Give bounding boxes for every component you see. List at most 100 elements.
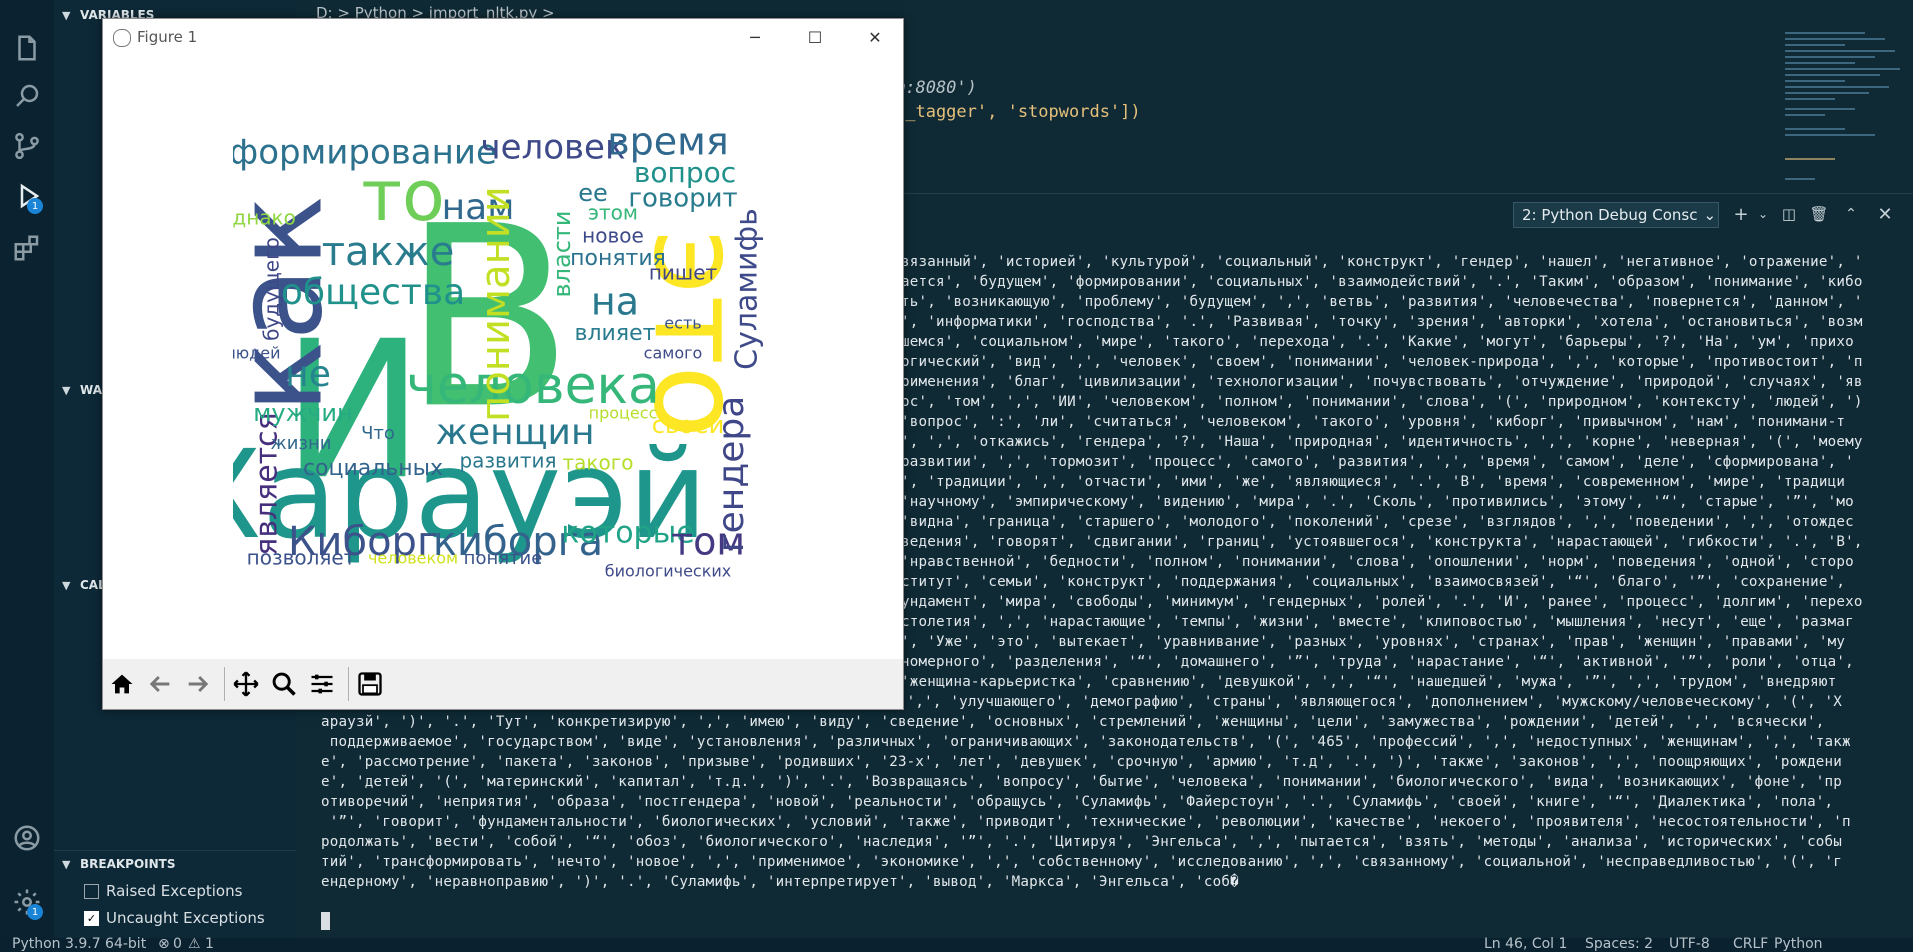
chevron-down-icon: ▼ — [62, 857, 71, 871]
word-cloud-word: власти — [548, 211, 576, 298]
close-panel-icon[interactable]: ✕ — [1874, 203, 1896, 225]
code-line[interactable]: m:8080') — [895, 78, 977, 98]
close-button[interactable]: ✕ — [863, 25, 887, 49]
end-of-line[interactable]: CRLF — [1733, 936, 1768, 952]
word-cloud-word: на — [591, 280, 639, 324]
matplotlib-logo-icon — [113, 29, 131, 47]
code-line[interactable]: n_tagger', 'stopwords']) — [895, 102, 1141, 122]
forward-arrow-icon[interactable] — [181, 667, 215, 701]
word-cloud-word: то — [361, 155, 445, 237]
chevron-down-icon: ▼ — [62, 383, 71, 397]
word-cloud-word: своей — [652, 411, 724, 439]
figure-title: Figure 1 — [137, 28, 198, 46]
trash-icon[interactable]: 🗑 — [1808, 203, 1830, 225]
word-cloud-word: новое — [582, 224, 644, 248]
console-cursor[interactable] — [321, 912, 330, 930]
word-cloud-word: процесс — [589, 404, 658, 423]
console-line: поддерживаемое', 'государством', 'виде',… — [321, 734, 1851, 750]
word-cloud-word: женщин — [436, 412, 595, 453]
word-cloud-word: понятие — [464, 548, 543, 569]
error-count[interactable]: 0 — [173, 936, 182, 952]
settings-badge: 1 — [27, 904, 43, 920]
word-cloud-word: человек — [480, 128, 625, 168]
split-terminal-icon[interactable]: ◫ — [1778, 203, 1800, 225]
word-cloud-word: биологических — [605, 562, 732, 581]
word-cloud-word: такого — [563, 451, 634, 475]
zoom-magnifier-icon[interactable] — [267, 667, 301, 701]
run-debug-icon[interactable]: 1 — [7, 176, 47, 216]
add-terminal-button[interactable]: + — [1730, 203, 1752, 225]
warning-count[interactable]: 1 — [205, 936, 214, 952]
console-line: '”', 'говорит', 'фундаментальности', 'би… — [321, 814, 1851, 830]
word-cloud-word: однако — [233, 206, 296, 230]
word-cloud-image: ВИХарауэйкакэточеловекаформированиечелов… — [233, 114, 793, 614]
maximize-panel-icon[interactable]: ⌃ — [1840, 203, 1862, 225]
terminal-selector[interactable]: 2: Python Debug Consc ⌄ — [1513, 202, 1719, 228]
interpreter-status[interactable]: Python 3.9.7 64-bit — [12, 936, 146, 952]
word-cloud-word: понятия — [570, 246, 666, 271]
chevron-down-icon[interactable]: ⌄ — [1752, 203, 1774, 225]
word-cloud-word: есть — [664, 314, 701, 333]
account-icon[interactable] — [7, 818, 47, 858]
warning-icon: ⚠ — [188, 936, 201, 952]
minimap[interactable] — [1785, 28, 1907, 188]
activity-bar: 1 1 — [0, 0, 54, 938]
cursor-position[interactable]: Ln 46, Col 1 — [1484, 936, 1567, 952]
maximize-button[interactable]: ☐ — [803, 25, 827, 49]
home-icon[interactable] — [105, 667, 139, 701]
word-cloud-word: Что — [361, 423, 395, 444]
word-cloud-word: будущего — [260, 237, 284, 341]
figure-window: Figure 1 ─ ☐ ✕ ВИХарауэйкакэточеловекафо… — [102, 18, 904, 710]
chevron-down-icon: ⌄ — [1703, 206, 1717, 224]
extensions-icon[interactable] — [7, 228, 47, 268]
configure-subplots-icon[interactable] — [305, 667, 339, 701]
word-cloud-word: людей — [233, 344, 281, 363]
chevron-down-icon: ▼ — [62, 578, 71, 592]
word-cloud-word: развития — [459, 449, 556, 473]
word-cloud-word: влияет — [575, 321, 656, 346]
save-floppy-icon[interactable] — [353, 667, 387, 701]
breakpoint-label: Uncaught Exceptions — [106, 909, 265, 927]
encoding[interactable]: UTF-8 — [1669, 936, 1710, 952]
search-icon[interactable] — [7, 76, 47, 116]
console-line: е', 'детей', '(', 'материнский', 'капита… — [321, 774, 1843, 790]
word-cloud-word: понимании — [473, 186, 519, 422]
word-cloud-word: жизни — [271, 433, 332, 454]
debug-badge: 1 — [27, 198, 43, 214]
word-cloud-word: говорит — [628, 184, 737, 214]
breakpoint-uncaught-exceptions[interactable]: ✓ Uncaught Exceptions — [84, 909, 265, 927]
console-line: ендерному', 'неравноправию', ')', '.', '… — [321, 874, 1239, 890]
minimize-button[interactable]: ─ — [743, 25, 767, 49]
error-icon: ⊗ — [158, 936, 170, 952]
chevron-down-icon: ▼ — [62, 8, 71, 22]
back-arrow-icon[interactable] — [143, 667, 177, 701]
language-mode[interactable]: Python — [1774, 936, 1823, 952]
console-line: отиворечий', 'неприятия', 'образа', 'пос… — [321, 794, 1834, 810]
word-cloud-word: позволяет — [247, 546, 356, 570]
word-cloud-word: не — [285, 354, 331, 395]
word-cloud-word: человеком — [368, 549, 458, 568]
word-cloud-word: общества — [281, 272, 465, 313]
figure-titlebar[interactable]: Figure 1 ─ ☐ ✕ — [103, 19, 903, 55]
word-cloud-word: этом — [588, 201, 638, 225]
console-line: тий', 'трансформировать', 'нечто', 'ново… — [321, 854, 1843, 870]
console-line: араузй', ')', '.', 'Тут', 'конкретизирую… — [321, 714, 1825, 730]
source-control-icon[interactable] — [7, 126, 47, 166]
breakpoint-raised-exceptions[interactable]: Raised Exceptions — [84, 882, 242, 900]
word-cloud-word: Суламифь — [730, 208, 765, 370]
status-bar: Python 3.9.7 64-bit ⊗ 0 ⚠ 1 Ln 46, Col 1… — [0, 936, 1913, 952]
breakpoints-section-header[interactable]: ▼ BREAKPOINTS — [54, 850, 296, 877]
word-cloud-word: социальных — [303, 456, 443, 481]
watch-label: WA — [80, 383, 102, 397]
raised-exceptions-checkbox[interactable] — [84, 883, 99, 899]
console-line: родолжать', 'вести', 'собой', '“', 'обоз… — [321, 834, 1843, 850]
word-cloud-word: мужчин — [253, 399, 352, 427]
pan-move-icon[interactable] — [229, 667, 263, 701]
figure-toolbar — [103, 659, 903, 709]
word-cloud-word: самого — [644, 344, 703, 363]
uncaught-exceptions-checkbox[interactable]: ✓ — [84, 910, 99, 926]
explorer-icon[interactable] — [7, 28, 47, 68]
settings-gear-icon[interactable]: 1 — [7, 882, 47, 922]
breakpoints-label: BREAKPOINTS — [80, 857, 176, 871]
indentation[interactable]: Spaces: 2 — [1585, 936, 1653, 952]
